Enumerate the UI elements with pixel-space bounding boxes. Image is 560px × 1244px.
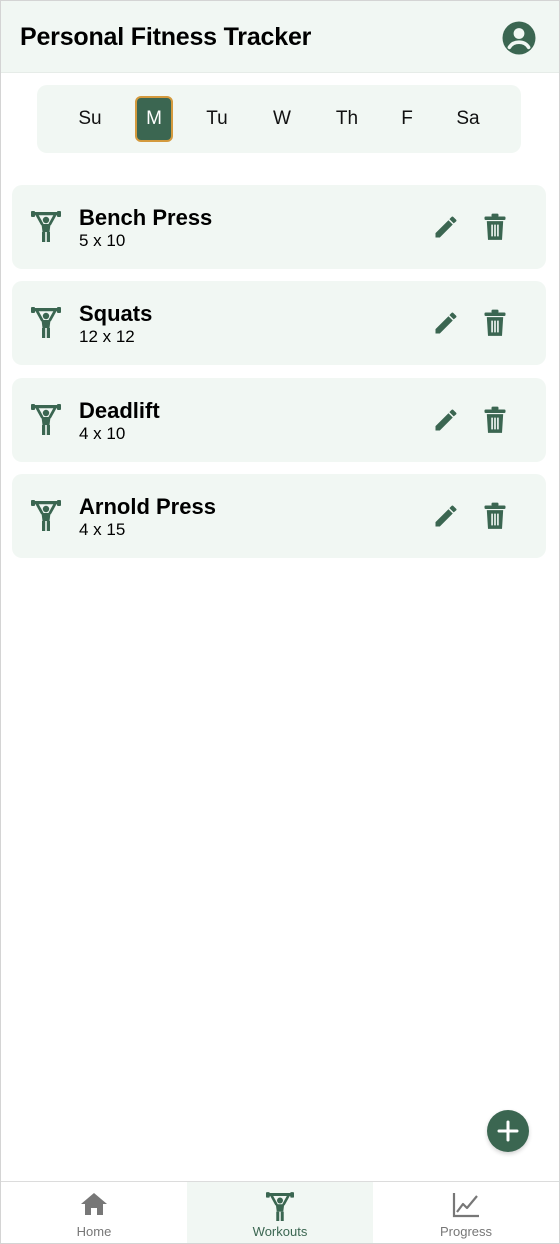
nav-workouts-label: Workouts xyxy=(252,1224,308,1239)
workout-card[interactable]: Bench Press 5 x 10 xyxy=(12,185,546,269)
edit-icon[interactable] xyxy=(432,309,460,337)
workout-name: Bench Press xyxy=(79,205,213,230)
app-header: Personal Fitness Tracker xyxy=(1,1,559,73)
workout-name: Arnold Press xyxy=(79,494,216,519)
edit-icon[interactable] xyxy=(432,213,460,241)
workout-card[interactable]: Deadlift 4 x 10 xyxy=(12,378,546,462)
nav-progress-label: Progress xyxy=(439,1224,493,1239)
page-title: Personal Fitness Tracker xyxy=(20,23,312,51)
weightlifter-icon xyxy=(31,307,61,338)
workout-sets: 5 x 10 xyxy=(79,231,126,250)
day-sunday[interactable]: Su xyxy=(70,96,110,142)
weightlifter-icon xyxy=(31,404,61,435)
bottom-nav: Home Workouts Progress xyxy=(1,1181,559,1243)
weightlifter-icon xyxy=(31,500,61,531)
day-selector: Su M Tu W Th F Sa xyxy=(37,85,521,153)
home-icon xyxy=(81,1193,107,1215)
day-saturday[interactable]: Sa xyxy=(448,96,488,142)
edit-icon[interactable] xyxy=(432,406,460,434)
workout-sets: 4 x 10 xyxy=(79,424,126,443)
workout-sets: 4 x 15 xyxy=(79,520,126,539)
delete-icon[interactable] xyxy=(483,502,507,530)
workout-name: Squats xyxy=(79,301,153,326)
day-monday[interactable]: M xyxy=(135,96,173,142)
day-thursday[interactable]: Th xyxy=(327,96,367,142)
weightlifter-icon xyxy=(31,211,61,242)
edit-icon[interactable] xyxy=(432,502,460,530)
plus-icon xyxy=(497,1120,519,1142)
delete-icon[interactable] xyxy=(483,309,507,337)
workout-sets: 12 x 12 xyxy=(79,327,135,346)
delete-icon[interactable] xyxy=(483,406,507,434)
weightlifter-icon xyxy=(266,1192,294,1221)
workout-card[interactable]: Arnold Press 4 x 15 xyxy=(12,474,546,558)
nav-progress[interactable]: Progress xyxy=(373,1182,559,1243)
day-friday[interactable]: F xyxy=(392,96,422,142)
line-chart-icon xyxy=(452,1193,479,1218)
delete-icon[interactable] xyxy=(483,213,507,241)
day-tuesday[interactable]: Tu xyxy=(197,96,237,142)
account-circle-icon[interactable] xyxy=(501,20,537,56)
workout-card[interactable]: Squats 12 x 12 xyxy=(12,281,546,365)
add-workout-button[interactable] xyxy=(487,1110,529,1152)
nav-home-label: Home xyxy=(76,1224,112,1239)
nav-workouts[interactable]: Workouts xyxy=(187,1182,373,1243)
day-wednesday[interactable]: W xyxy=(262,96,302,142)
workout-name: Deadlift xyxy=(79,398,160,423)
nav-home[interactable]: Home xyxy=(1,1182,187,1243)
